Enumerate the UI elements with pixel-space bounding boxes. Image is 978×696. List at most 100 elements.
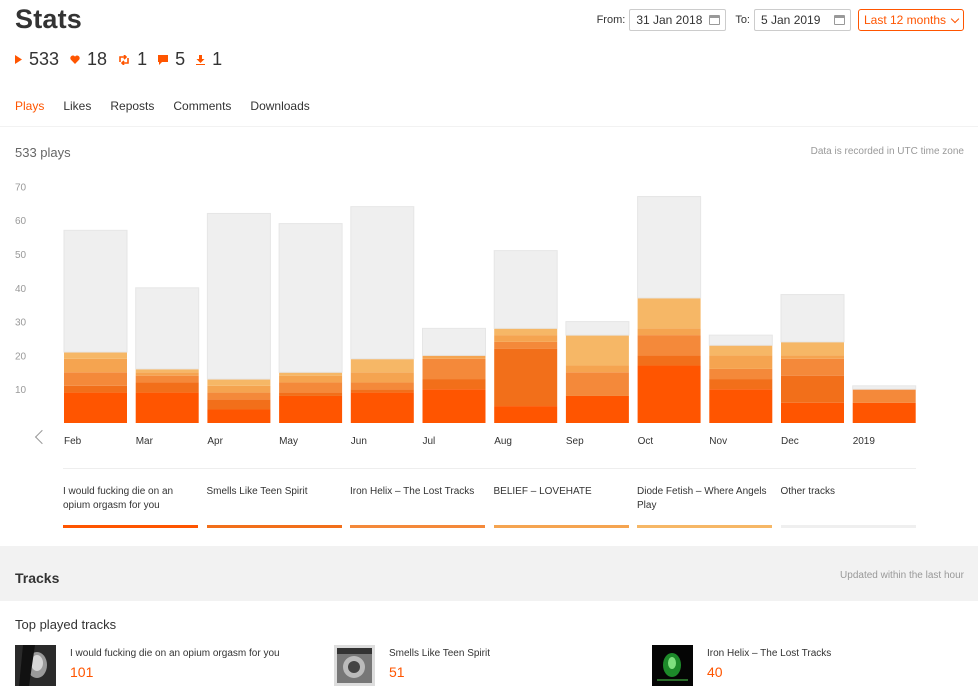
bar-segment: [709, 355, 773, 369]
tabs-divider: [0, 126, 978, 127]
bar-segment: [135, 382, 199, 393]
total-reposts-value: 1: [137, 49, 148, 69]
y-tick-label: 10: [15, 385, 27, 396]
bar-segment: [350, 206, 415, 360]
x-tick-label: Dec: [781, 436, 799, 447]
bar-segment: [708, 334, 773, 346]
x-tick-label: Feb: [64, 436, 82, 447]
legend-divider: [63, 468, 916, 469]
y-tick-label: 20: [15, 351, 27, 362]
bar-segment: [494, 341, 558, 349]
range-select-label: Last 12 months: [863, 13, 947, 27]
range-select-button[interactable]: Last 12 months: [858, 9, 964, 31]
legend-item[interactable]: I would fucking die on an opium orgasm f…: [63, 485, 198, 528]
y-tick-label: 30: [15, 318, 27, 329]
bar-segment: [494, 328, 558, 336]
tab-plays[interactable]: Plays: [15, 99, 45, 127]
top-track-item[interactable]: I would fucking die on an opium orgasm f…: [15, 645, 280, 686]
tab-downloads[interactable]: Downloads: [250, 99, 309, 127]
track-artwork[interactable]: [15, 645, 56, 686]
bar-segment: [709, 345, 773, 356]
totals-row: 533 18 1 5 1: [15, 49, 233, 70]
bar-segment: [135, 372, 199, 376]
bar-segment: [781, 402, 844, 423]
legend-item[interactable]: BELIEF – LOVEHATE: [493, 485, 629, 528]
x-tick-label: Jun: [351, 436, 367, 447]
comment-icon: [158, 54, 169, 65]
top-played-heading: Top played tracks: [15, 617, 117, 632]
bar-segment: [709, 389, 773, 423]
track-artwork[interactable]: [652, 645, 693, 686]
total-downloads: 1: [196, 49, 222, 70]
top-track-item[interactable]: Smells Like Teen Spirit 51: [334, 645, 490, 686]
y-tick-label: 60: [15, 216, 27, 227]
bar-segment: [494, 335, 558, 342]
x-tick-label: Aug: [494, 436, 512, 447]
bar-segment: [852, 402, 916, 423]
legend-item[interactable]: Smells Like Teen Spirit: [206, 485, 342, 528]
track-artwork[interactable]: [334, 645, 375, 686]
total-plays-value: 533: [29, 49, 60, 69]
bar-segment: [565, 321, 630, 336]
bar-segment: [422, 379, 486, 390]
track-title[interactable]: Iron Helix – The Lost Tracks: [707, 648, 831, 659]
tab-comments[interactable]: Comments: [173, 99, 231, 127]
track-title[interactable]: Smells Like Teen Spirit: [389, 648, 490, 659]
track-play-count: 40: [707, 664, 723, 680]
legend-item[interactable]: Diode Fetish – Where Angels Play: [637, 485, 772, 528]
legend-label: Smells Like Teen Spirit: [206, 486, 308, 497]
calendar-icon[interactable]: [709, 15, 721, 25]
bar-segment: [637, 355, 701, 366]
utc-note: Data is recorded in UTC time zone: [810, 146, 964, 157]
bar-segment: [781, 375, 844, 403]
total-likes-value: 18: [87, 49, 108, 69]
calendar-icon[interactable]: [834, 15, 845, 25]
bar-segment: [135, 392, 199, 423]
legend-item[interactable]: Iron Helix – The Lost Tracks: [350, 485, 485, 528]
bar-segment: [422, 327, 486, 356]
bar-segment: [781, 358, 844, 376]
y-tick-label: 70: [15, 182, 27, 193]
bar-segment: [494, 348, 558, 407]
tracks-title: Tracks: [15, 570, 60, 586]
total-plays: 533: [15, 49, 59, 70]
bar-segment: [279, 375, 343, 383]
bar-segment: [206, 212, 271, 380]
play-icon: [15, 55, 22, 64]
bar-segment: [781, 355, 844, 359]
legend-swatch: [493, 525, 629, 528]
tab-reposts[interactable]: Reposts: [110, 99, 154, 127]
from-label: From:: [596, 14, 626, 26]
legend-label: I would fucking die on an opium orgasm f…: [63, 486, 174, 511]
x-tick-label: Nov: [709, 436, 727, 447]
from-date-field[interactable]: 31 Jan 2018: [629, 9, 727, 31]
bar-segment: [207, 392, 271, 400]
bar-segment: [780, 294, 845, 343]
total-downloads-value: 1: [212, 49, 223, 69]
track-play-count: 101: [70, 664, 94, 680]
total-comments-value: 5: [175, 49, 186, 69]
legend-swatch: [63, 525, 198, 528]
bar-segment: [64, 352, 127, 359]
x-tick-label: Apr: [207, 436, 223, 447]
bar-segment: [493, 250, 558, 329]
bar-segment: [781, 341, 844, 356]
tab-likes[interactable]: Likes: [63, 99, 91, 127]
bar-segment: [207, 399, 271, 410]
top-track-item[interactable]: Iron Helix – The Lost Tracks 40: [652, 645, 831, 686]
tracks-updated-note: Updated within the last hour: [840, 570, 964, 581]
bar-segment: [637, 335, 701, 356]
bar-segment: [64, 358, 127, 373]
track-title[interactable]: I would fucking die on an opium orgasm f…: [70, 648, 280, 659]
download-icon: [196, 54, 206, 65]
to-date-field[interactable]: 5 Jan 2019: [754, 9, 851, 31]
bar-segment: [278, 223, 343, 373]
legend-item[interactable]: Other tracks: [780, 485, 916, 528]
legend-label: Diode Fetish – Where Angels Play: [637, 486, 767, 511]
tracks-header-band: [0, 546, 978, 601]
plays-count: 533 plays: [15, 145, 71, 160]
bar-segment: [422, 358, 486, 380]
legend-swatch: [780, 525, 916, 528]
total-reposts: 1: [118, 49, 147, 70]
bar-segment: [350, 389, 414, 393]
